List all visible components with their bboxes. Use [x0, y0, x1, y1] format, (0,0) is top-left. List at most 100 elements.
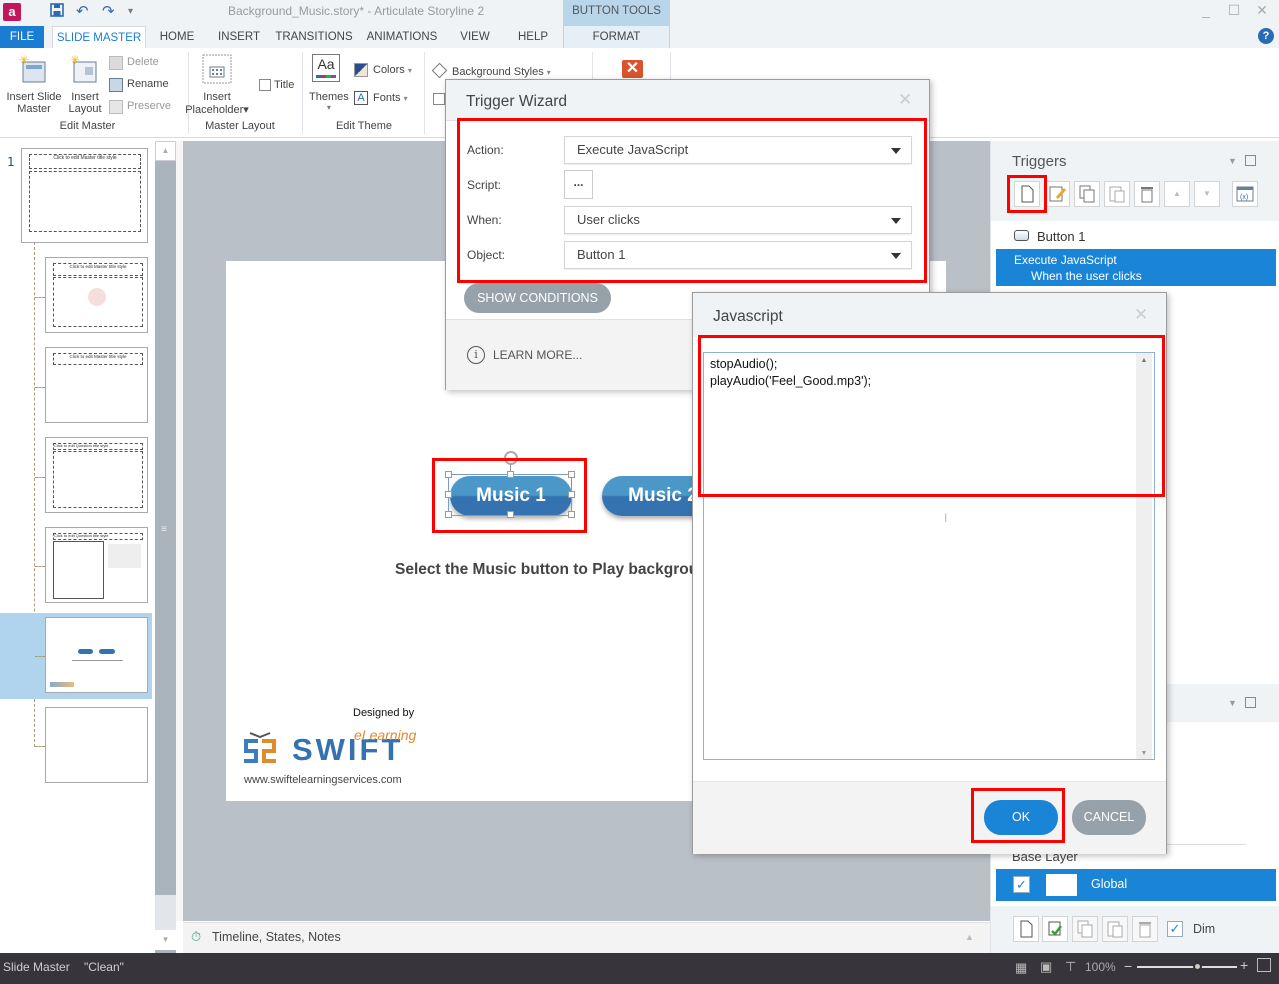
insert-slide-master-icon[interactable]: ✳: [17, 53, 47, 84]
timeline-states-notes-bar[interactable]: ⏱ Timeline, States, Notes ▲: [183, 922, 990, 953]
layers-menu-icon[interactable]: ▼: [1228, 698, 1237, 708]
edit-script-button[interactable]: ...: [564, 170, 593, 199]
tab-format[interactable]: FORMAT: [563, 26, 670, 48]
resize-handle[interactable]: [568, 491, 575, 498]
colors-button[interactable]: Colors ▾: [373, 64, 412, 76]
new-trigger-button[interactable]: [1014, 181, 1040, 207]
tab-insert[interactable]: INSERT: [212, 26, 266, 48]
background-styles-button[interactable]: Background Styles ▾: [452, 66, 551, 78]
when-select[interactable]: User clicks: [564, 206, 912, 234]
scroll-up-button[interactable]: ▲: [155, 141, 176, 161]
themes-icon[interactable]: Aa: [312, 54, 340, 82]
customize-toolbar-icon[interactable]: ▾: [128, 3, 133, 21]
title-checkbox[interactable]: [259, 79, 271, 91]
action-select[interactable]: Execute JavaScript: [564, 136, 912, 164]
storyline-app-icon[interactable]: a: [3, 3, 21, 21]
editor-scroll-down-icon[interactable]: ▼: [1136, 750, 1152, 757]
duplicate-layer-button[interactable]: [1042, 916, 1068, 942]
paste-trigger-button[interactable]: [1104, 181, 1130, 207]
close-window-button[interactable]: ✕: [1252, 2, 1272, 19]
zoom-slider[interactable]: [1137, 962, 1237, 971]
tab-view[interactable]: VIEW: [452, 26, 498, 48]
delete-button[interactable]: Delete: [127, 56, 159, 68]
resize-handle[interactable]: [507, 511, 514, 518]
editor-scrollbar[interactable]: ▲ ▼: [1136, 353, 1152, 759]
tab-home[interactable]: HOME: [152, 26, 202, 48]
insert-slide-master-button[interactable]: Insert Slide Master: [5, 91, 63, 115]
delete-layer-button[interactable]: [1132, 916, 1158, 942]
resize-handle[interactable]: [568, 511, 575, 518]
cancel-button[interactable]: CANCEL: [1072, 800, 1146, 835]
javascript-dialog-close-button[interactable]: ✕: [1134, 305, 1148, 325]
slide-view-icon[interactable]: ▣: [1040, 959, 1052, 975]
redo-icon[interactable]: ↷: [102, 3, 115, 21]
insert-placeholder-button[interactable]: Insert Placeholder▾: [184, 91, 250, 116]
panel-menu-icon[interactable]: ▼: [1228, 156, 1237, 166]
ok-button[interactable]: OK: [984, 800, 1058, 835]
editor-scroll-up-icon[interactable]: ▲: [1136, 357, 1152, 364]
layout-thumbnail[interactable]: Click to edit Question title style: [45, 527, 148, 603]
save-icon[interactable]: [50, 3, 64, 22]
copy-trigger-button[interactable]: [1074, 181, 1100, 207]
thumbnail-scrollbar[interactable]: ▲ ≡: [155, 141, 176, 953]
normal-view-icon[interactable]: ▦: [1015, 960, 1027, 976]
layout-thumbnail[interactable]: Click to edit Question title style: [45, 437, 148, 513]
layer-row-global[interactable]: ✓ Global: [996, 869, 1276, 901]
zoom-slider-thumb[interactable]: [1193, 962, 1202, 971]
copy-layer-button[interactable]: [1072, 916, 1098, 942]
insert-layout-button[interactable]: Insert Layout: [67, 91, 103, 115]
layout-thumbnail-selected[interactable]: [45, 617, 148, 693]
script-editor[interactable]: stopAudio(); playAudio('Feel_Good.mp3');…: [703, 352, 1155, 760]
fonts-button[interactable]: Fonts ▾: [373, 92, 408, 104]
trigger-wizard-close-button[interactable]: ✕: [898, 90, 912, 110]
rename-button[interactable]: Rename: [127, 78, 169, 90]
paste-layer-button[interactable]: [1102, 916, 1128, 942]
move-up-button[interactable]: ▲: [1164, 181, 1190, 207]
manage-variables-button[interactable]: (x): [1232, 181, 1258, 207]
zoom-in-button[interactable]: +: [1240, 957, 1248, 973]
layers-float-icon[interactable]: [1245, 697, 1256, 708]
zoom-out-button[interactable]: −: [1124, 958, 1132, 974]
layer-visibility-checkbox[interactable]: ✓: [1013, 876, 1030, 893]
minimize-button[interactable]: _: [1196, 2, 1216, 18]
float-panel-icon[interactable]: [1245, 155, 1256, 166]
object-select[interactable]: Button 1: [564, 241, 912, 269]
resize-handle[interactable]: [445, 471, 452, 478]
resize-handle[interactable]: [445, 491, 452, 498]
scroll-grip-icon[interactable]: ≡: [161, 524, 167, 535]
rotate-handle-icon[interactable]: [504, 451, 518, 465]
resize-handle[interactable]: [568, 471, 575, 478]
edit-trigger-button[interactable]: [1044, 181, 1070, 207]
tab-transitions[interactable]: TRANSITIONS: [274, 26, 354, 48]
expand-timeline-icon[interactable]: ▲: [965, 932, 974, 942]
trigger-item-selected[interactable]: Execute JavaScript When the user clicks: [996, 249, 1276, 286]
undo-icon[interactable]: ↶: [76, 3, 89, 21]
tab-help[interactable]: HELP: [510, 26, 556, 48]
hide-background-checkbox[interactable]: [433, 93, 445, 105]
insert-layout-icon[interactable]: ✳: [68, 53, 98, 84]
delete-trigger-button[interactable]: [1134, 181, 1160, 207]
close-master-view-icon[interactable]: ✕: [622, 60, 643, 78]
maximize-button[interactable]: ☐: [1224, 2, 1244, 19]
themes-button[interactable]: Themes ▾: [309, 91, 349, 112]
dim-checkbox[interactable]: ✓: [1167, 921, 1183, 937]
script-code[interactable]: stopAudio(); playAudio('Feel_Good.mp3');: [710, 356, 871, 390]
tab-slide-master[interactable]: SLIDE MASTER: [52, 26, 146, 48]
move-down-button[interactable]: ▼: [1194, 181, 1220, 207]
resize-handle[interactable]: [507, 471, 514, 478]
tab-file[interactable]: FILE: [0, 26, 44, 48]
preserve-button[interactable]: Preserve: [127, 100, 171, 112]
scroll-down-button[interactable]: ▼: [155, 930, 176, 950]
resize-handle[interactable]: [445, 511, 452, 518]
master-thumbnail[interactable]: Click to edit Master title style: [21, 148, 148, 243]
fit-to-window-icon[interactable]: [1257, 958, 1271, 972]
layout-thumbnail[interactable]: Click to edit Master title style: [45, 347, 148, 423]
layout-thumbnail[interactable]: [45, 707, 148, 783]
layout-thumbnail[interactable]: Click to edit Master title style: [45, 257, 148, 333]
scrollbar-track[interactable]: [155, 895, 176, 930]
help-icon[interactable]: ?: [1258, 28, 1274, 44]
new-layer-button[interactable]: [1013, 916, 1039, 942]
preview-icon[interactable]: ⊤: [1065, 959, 1076, 975]
tab-animations[interactable]: ANIMATIONS: [364, 26, 440, 48]
learn-more-link[interactable]: LEARN MORE...: [493, 348, 582, 362]
